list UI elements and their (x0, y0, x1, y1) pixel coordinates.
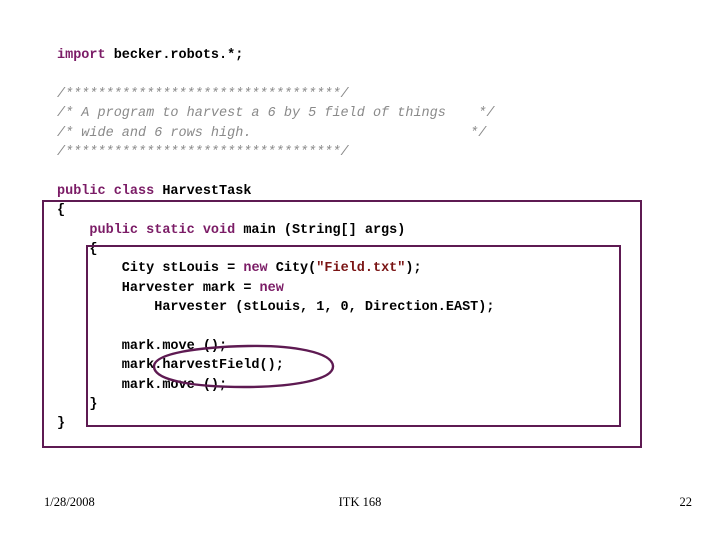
code-line-comment-line-1: /* A program to harvest a 6 by 5 field o… (57, 104, 494, 123)
code-token-decl-city-0: City stLouis = (57, 261, 244, 277)
code-token-decl-harvester-1: new (259, 280, 284, 296)
code-token-decl-city-4: ); (405, 261, 422, 277)
code-token-decl-city-1: new (243, 261, 268, 277)
code-line-class-open-brace: { (57, 201, 494, 220)
code-line-main-close-brace: } (57, 395, 494, 414)
code-token-class-decl-1: HarvestTask (154, 183, 252, 199)
code-token-main-close-brace-0: } (57, 397, 98, 413)
code-token-main-signature-0 (57, 223, 89, 238)
code-line-stmt-move-2: mark.move (); (57, 376, 494, 395)
code-token-main-signature-2: main (String[] args) (235, 222, 406, 238)
code-line-blank1 (57, 65, 494, 84)
code-line-decl-city: City stLouis = new City("Field.txt"); (57, 259, 494, 278)
code-token-decl-harvester-0: Harvester mark = (57, 280, 260, 296)
code-line-comment-top-border: /**********************************/ (57, 85, 494, 104)
code-token-main-open-brace-0: { (57, 241, 98, 257)
code-line-stmt-harvest-field: mark.harvestField(); (57, 356, 494, 375)
code-line-comment-line-2: /* wide and 6 rows high. */ (57, 124, 494, 143)
code-token-import-0: import (57, 48, 106, 63)
code-line-stmt-move-1: mark.move (); (57, 337, 494, 356)
code-token-stmt-move-1-0: mark.move (); (57, 338, 228, 354)
code-token-comment-top-border-0: /**********************************/ (57, 86, 349, 102)
code-line-class-close-brace: } (57, 414, 494, 433)
code-line-blank3 (57, 317, 494, 336)
code-token-class-open-brace-0: { (57, 203, 66, 219)
code-token-decl-city-3: "Field.txt" (316, 261, 406, 277)
code-line-comment-bottom-border: /**********************************/ (57, 143, 494, 162)
code-line-main-signature: public static void main (String[] args) (57, 221, 494, 240)
code-token-main-signature-1: public static void (89, 222, 236, 238)
code-line-blank2 (57, 162, 494, 181)
code-line-decl-harvester-args: Harvester (stLouis, 1, 0, Direction.EAST… (57, 298, 494, 317)
java-code-listing: import becker.robots.*; /***************… (57, 46, 494, 434)
code-token-comment-bottom-border-0: /**********************************/ (57, 144, 349, 160)
footer-page-number: 22 (679, 495, 693, 509)
code-line-class-decl: public class HarvestTask (57, 182, 494, 201)
code-token-comment-line-1-0: /* A program to harvest a 6 by 5 field o… (57, 106, 495, 122)
code-token-stmt-move-2-0: mark.move (); (57, 377, 228, 393)
slide-canvas: import becker.robots.*; /***************… (0, 0, 720, 540)
code-token-decl-harvester-args-0: Harvester (stLouis, 1, 0, Direction.EAST… (57, 300, 495, 316)
code-token-class-decl-0: public class (57, 183, 155, 199)
code-line-import: import becker.robots.*; (57, 46, 494, 65)
code-line-main-open-brace: { (57, 240, 494, 259)
code-line-decl-harvester: Harvester mark = new (57, 279, 494, 298)
code-token-class-close-brace-0: } (57, 416, 66, 432)
code-token-stmt-harvest-field-0: mark.harvestField(); (57, 358, 284, 374)
code-token-import-1: becker.robots.*; (105, 48, 244, 63)
code-token-comment-line-2-0: /* wide and 6 rows high. */ (57, 125, 487, 141)
code-token-decl-city-2: City( (267, 261, 317, 277)
